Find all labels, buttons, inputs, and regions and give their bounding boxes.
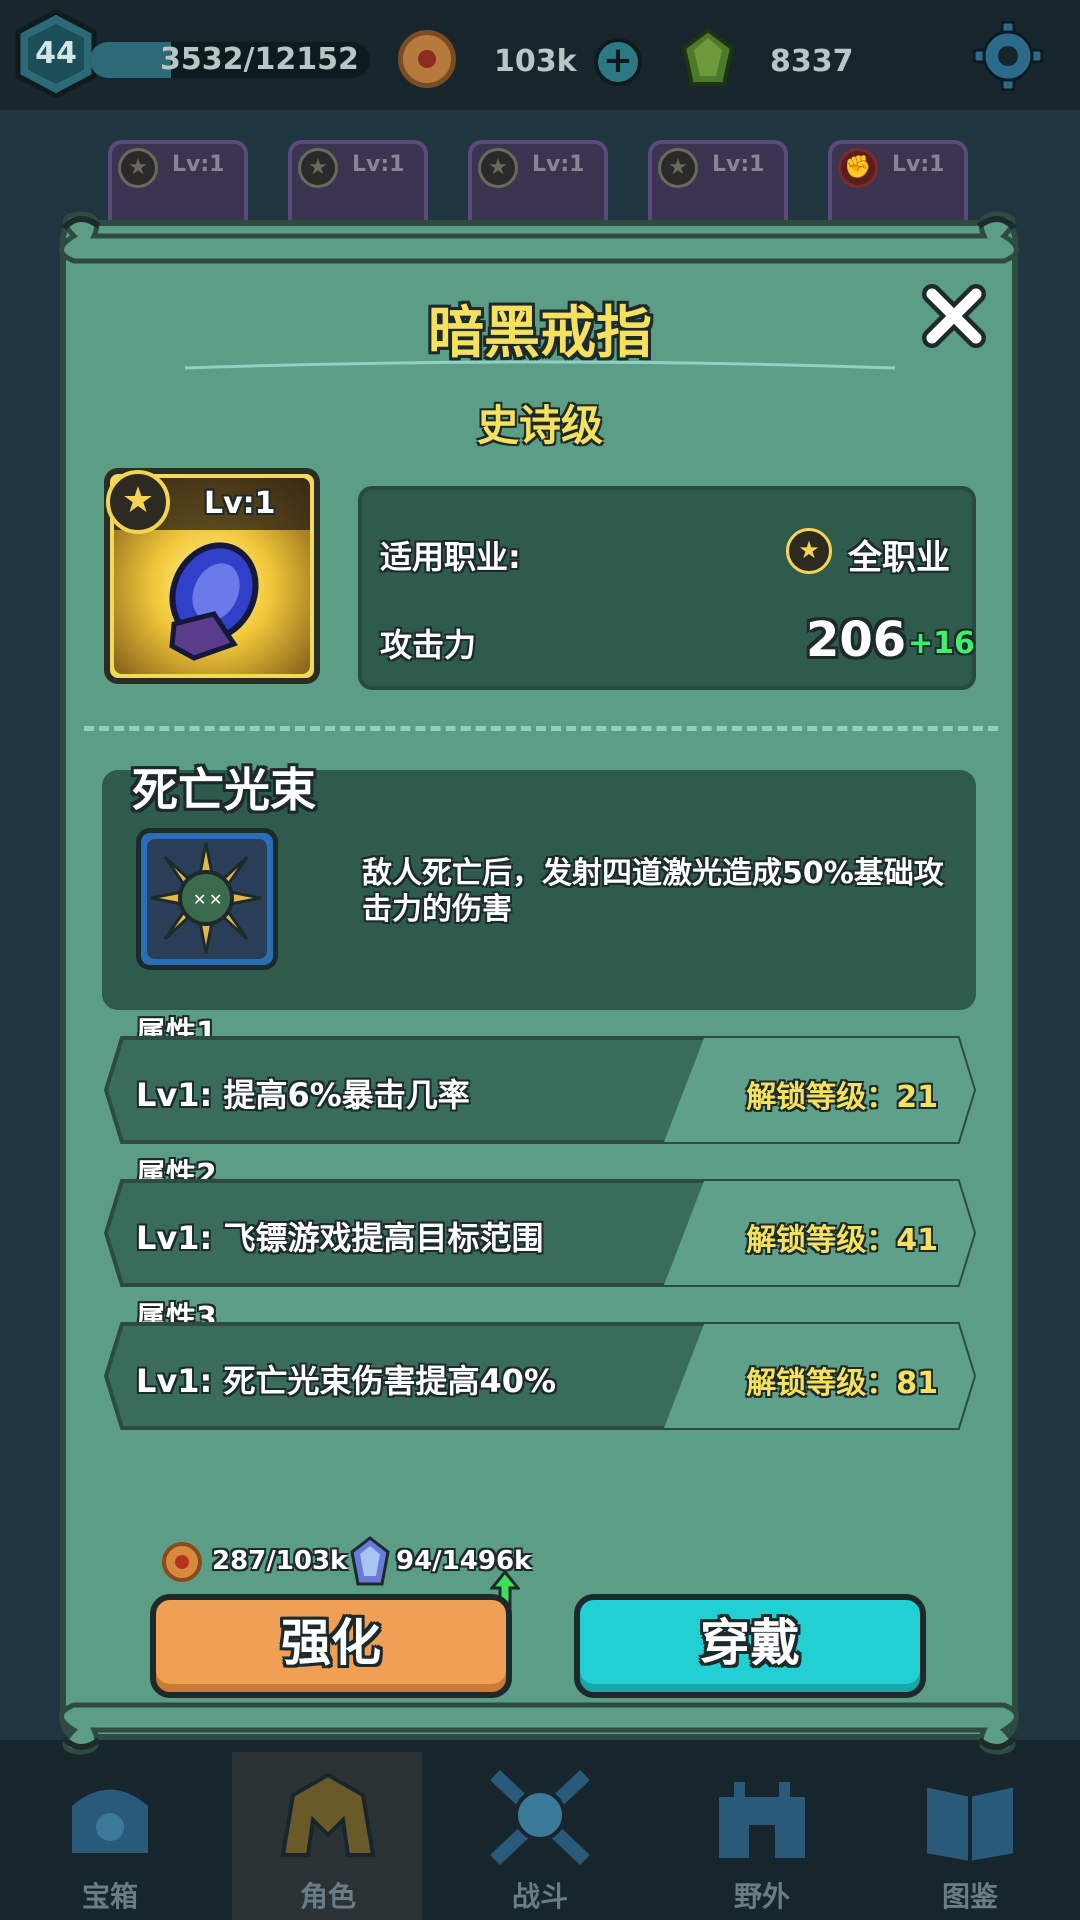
skill-description: 敌人死亡后，发射四道激光造成50%基础攻击力的伤害 [362, 856, 944, 927]
attack-label: 攻击力 [380, 626, 477, 664]
attribute-text: Lv1: 提高6%暴击几率 [136, 1076, 470, 1114]
star-icon: ★ [658, 148, 698, 188]
slot-level: Lv:1 [172, 152, 225, 177]
star-icon: ★ [478, 148, 518, 188]
player-level-badge[interactable]: 44 [12, 9, 100, 99]
helmet-icon [280, 1772, 376, 1857]
slot-level: Lv:1 [532, 152, 585, 177]
crossed-swords-icon [490, 1769, 590, 1865]
nav-label: 野外 [733, 1880, 790, 1913]
nav-wild[interactable]: 野外 [672, 1765, 852, 1915]
attribute-row: Lv1: 飞镖游戏提高目标范围 解锁等级：41 [104, 1175, 976, 1291]
player-level: 44 [35, 36, 77, 71]
nav-label: 战斗 [511, 1880, 568, 1913]
item-card: Lv:1 ★ [104, 468, 320, 684]
slot-level: Lv:1 [352, 152, 405, 177]
castle-icon [715, 1778, 809, 1862]
scroll-top-ornament [59, 211, 1019, 264]
skill-icon-frame: ✕ ✕ [136, 828, 278, 970]
chest-icon [68, 1785, 152, 1857]
attribute-unlock-level: 解锁等级：41 [746, 1223, 938, 1258]
upgrade-coin-cost: 287/103k [212, 1546, 348, 1576]
attribute-row: Lv1: 提高6%暴击几率 解锁等级：21 [104, 1032, 976, 1148]
gear-icon[interactable] [972, 20, 1044, 92]
dark-ring-icon [169, 542, 259, 661]
nav-label: 宝箱 [81, 1880, 138, 1913]
coin-icon [162, 1542, 202, 1582]
nav-label: 图鉴 [941, 1880, 998, 1913]
star-icon: ★ [786, 528, 832, 574]
attribute-unlock-level: 解锁等级：21 [746, 1080, 938, 1115]
slot-level: Lv:1 [712, 152, 765, 177]
star-icon: ★ [106, 470, 170, 534]
attack-value: 206 [806, 612, 907, 668]
nav-codex[interactable]: 图鉴 [880, 1765, 1060, 1915]
attribute-text: Lv1: 死亡光束伤害提高40% [136, 1362, 557, 1400]
nav-chest[interactable]: 宝箱 [20, 1765, 200, 1915]
upgrade-button[interactable]: 强化 [150, 1594, 512, 1698]
crystal-icon [350, 1536, 390, 1586]
attribute-row: Lv1: 死亡光束伤害提高40% 解锁等级：81 [104, 1318, 976, 1434]
nav-label: 角色 [299, 1880, 356, 1913]
xp-bar-fill [90, 42, 172, 78]
section-divider [84, 726, 998, 731]
death-beam-icon: ✕ ✕ [150, 842, 262, 954]
scroll-bottom-ornament [59, 1702, 1019, 1755]
star-icon: ★ [118, 148, 158, 188]
skill-name: 死亡光束 [132, 763, 316, 817]
svg-text:✕: ✕ [193, 890, 206, 909]
nav-battle[interactable]: 战斗 [450, 1765, 630, 1915]
coin-icon [398, 30, 456, 88]
star-icon: ★ [298, 148, 338, 188]
book-icon [923, 1782, 1017, 1865]
nav-character[interactable]: 角色 [238, 1765, 418, 1915]
fist-icon: ✊ [838, 148, 878, 188]
rarity-label: 史诗级 [476, 401, 603, 450]
attribute-unlock-level: 解锁等级：81 [746, 1366, 938, 1401]
attack-bonus: +16 [908, 626, 975, 661]
add-coins-button[interactable]: + [594, 38, 642, 86]
gem-icon [681, 28, 735, 86]
close-icon[interactable] [918, 280, 990, 352]
slot-level: Lv:1 [892, 152, 945, 177]
equip-button[interactable]: 穿戴 [574, 1594, 926, 1698]
class-value: 全职业 [848, 538, 950, 578]
svg-text:✕: ✕ [209, 890, 222, 909]
xp-text: 3532/12152 [160, 42, 359, 77]
title-divider [185, 360, 895, 370]
class-label: 适用职业: [380, 538, 521, 576]
gems-amount: 8337 [770, 44, 854, 79]
item-level: Lv:1 [204, 486, 276, 521]
coins-amount: 103k [494, 44, 577, 79]
attribute-text: Lv1: 飞镖游戏提高目标范围 [136, 1219, 544, 1257]
